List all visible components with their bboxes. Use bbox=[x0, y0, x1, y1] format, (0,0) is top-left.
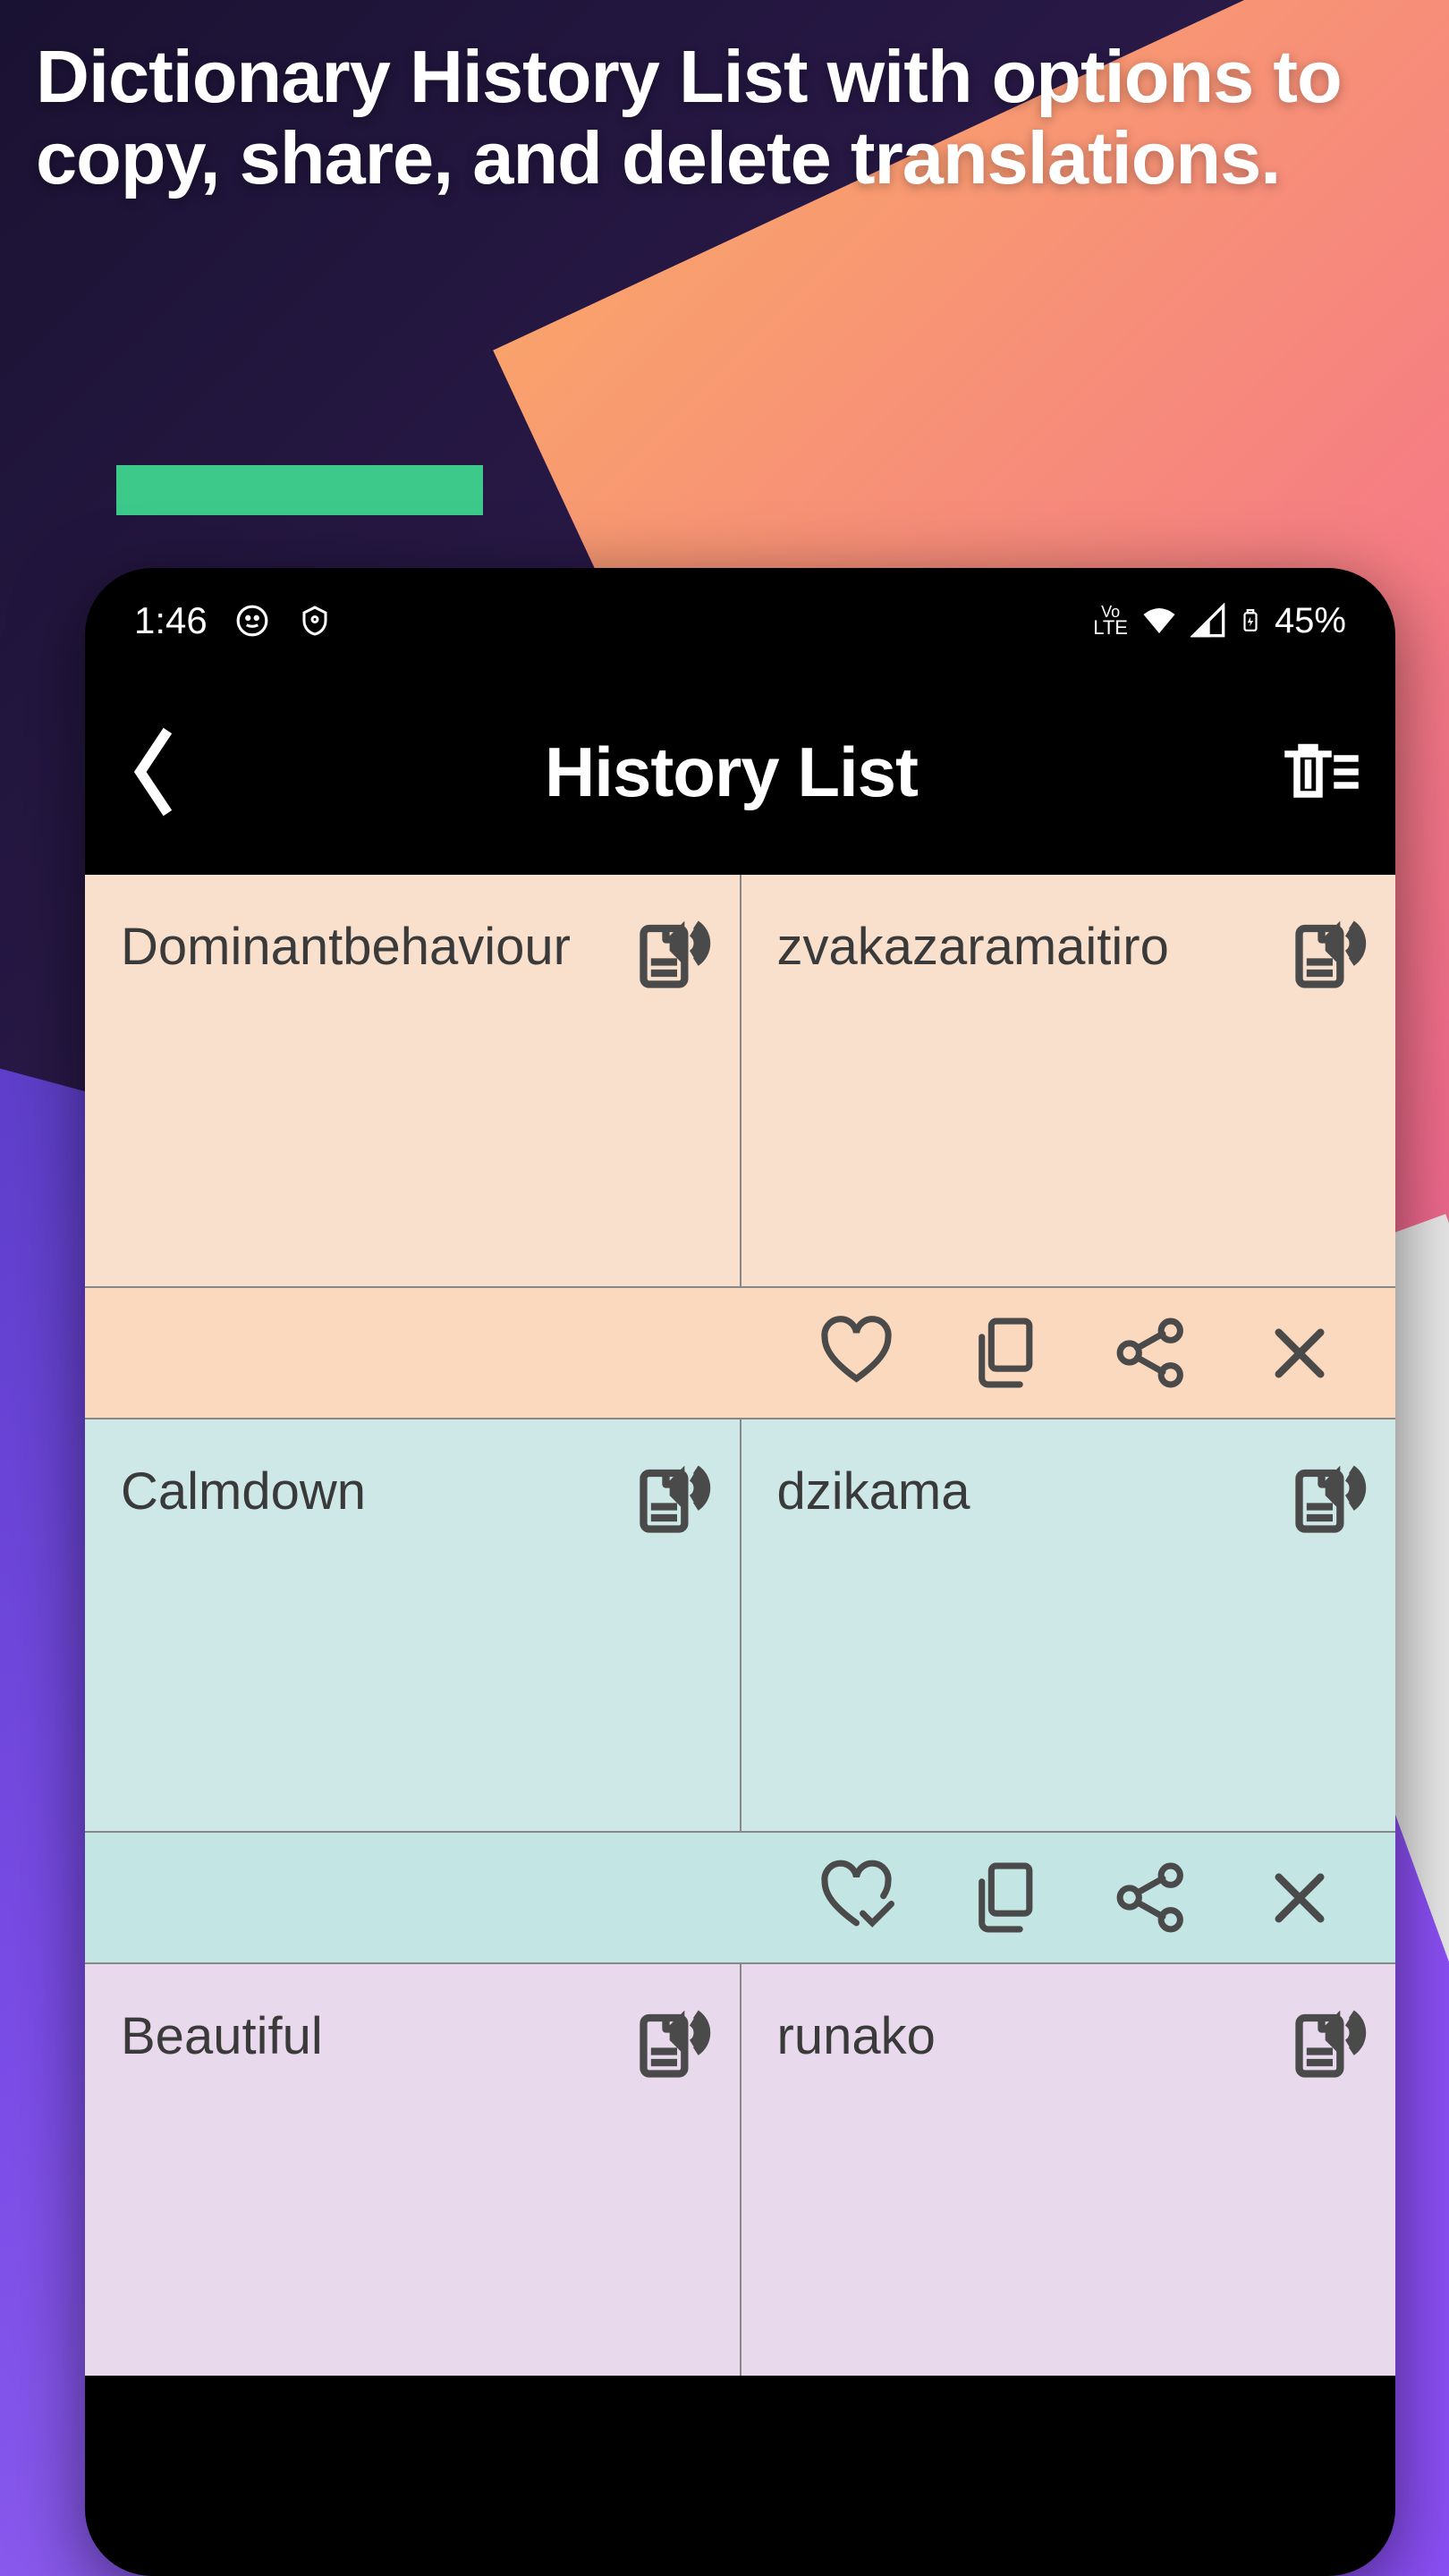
target-text: zvakazaramaitiro bbox=[777, 915, 1271, 980]
source-text: Dominantbehaviour bbox=[121, 915, 614, 980]
promo-headline: Dictionary History List with options to … bbox=[36, 36, 1413, 199]
source-text: Beautiful bbox=[121, 2004, 614, 2070]
status-bar: 1:46 VoLTE 45% bbox=[85, 568, 1395, 660]
copy-button[interactable] bbox=[966, 1860, 1042, 1936]
share-button[interactable] bbox=[1114, 1315, 1190, 1391]
source-text: Calmdown bbox=[121, 1460, 614, 1525]
entry-actions bbox=[85, 1286, 1395, 1418]
entry-actions bbox=[85, 1831, 1395, 1962]
speak-target-icon[interactable] bbox=[1284, 1451, 1368, 1536]
app-header: History List bbox=[85, 660, 1395, 875]
accent-bar bbox=[116, 465, 483, 515]
source-cell: Beautiful bbox=[85, 1964, 741, 2376]
wifi-icon bbox=[1140, 602, 1178, 640]
target-cell: runako bbox=[741, 1964, 1396, 2376]
battery-percent: 45% bbox=[1275, 601, 1346, 641]
battery-icon bbox=[1239, 602, 1262, 640]
signal-icon bbox=[1191, 603, 1226, 639]
lte-indicator: VoLTE bbox=[1093, 605, 1128, 637]
speak-source-icon[interactable] bbox=[628, 906, 713, 991]
history-list: Dominantbehaviour zvakazaramaitiro Calmd… bbox=[85, 875, 1395, 2376]
page-title: History List bbox=[545, 732, 918, 813]
delete-button[interactable] bbox=[1261, 1315, 1337, 1391]
share-button[interactable] bbox=[1114, 1860, 1190, 1936]
phone-frame: 1:46 VoLTE 45% History List bbox=[85, 568, 1395, 2576]
favorite-button[interactable] bbox=[818, 1315, 894, 1391]
speak-target-icon[interactable] bbox=[1284, 1996, 1368, 2080]
face-icon bbox=[234, 603, 270, 639]
speak-source-icon[interactable] bbox=[628, 1996, 713, 2080]
copy-button[interactable] bbox=[966, 1315, 1042, 1391]
history-entry: Beautiful runako bbox=[85, 1962, 1395, 2376]
status-time: 1:46 bbox=[134, 599, 208, 642]
delete-button[interactable] bbox=[1261, 1860, 1337, 1936]
history-entry: Calmdown dzikama bbox=[85, 1418, 1395, 1962]
speak-source-icon[interactable] bbox=[628, 1451, 713, 1536]
history-entry: Dominantbehaviour zvakazaramaitiro bbox=[85, 875, 1395, 1418]
favorite-button[interactable] bbox=[818, 1860, 894, 1936]
target-text: dzikama bbox=[777, 1460, 1271, 1525]
speak-target-icon[interactable] bbox=[1284, 906, 1368, 991]
source-cell: Dominantbehaviour bbox=[85, 875, 741, 1286]
target-cell: zvakazaramaitiro bbox=[741, 875, 1396, 1286]
source-cell: Calmdown bbox=[85, 1419, 741, 1831]
shield-icon bbox=[297, 603, 333, 639]
target-cell: dzikama bbox=[741, 1419, 1396, 1831]
clear-all-button[interactable] bbox=[1279, 732, 1360, 812]
back-button[interactable] bbox=[121, 723, 183, 821]
target-text: runako bbox=[777, 2004, 1271, 2070]
